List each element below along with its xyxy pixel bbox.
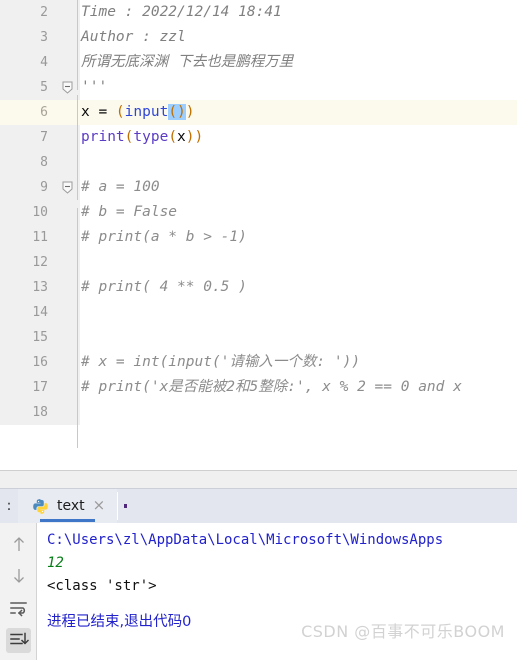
fold-guide-comments [77,208,78,448]
code-editor[interactable]: 2 Time : 2022/12/14 18:41 3 Author : zzl 4 所谓… [0,0,517,470]
line-number[interactable]: 12 [0,250,57,275]
line-number[interactable]: 9 [0,175,57,200]
line-number[interactable]: 14 [0,300,57,325]
close-icon[interactable]: × [93,498,106,514]
line-number[interactable]: 3 [0,25,57,50]
python-icon [32,498,49,515]
code-text[interactable]: Time : 2022/12/14 18:41 [80,0,517,25]
ide-window: 2 Time : 2022/12/14 18:41 3 Author : zzl 4 所谓… [0,0,517,660]
console-line-num: 12 [47,555,64,571]
code-text[interactable] [80,150,517,175]
line-number[interactable]: 16 [0,350,57,375]
code-text[interactable] [80,300,517,325]
fold-collapse-icon[interactable] [61,181,74,194]
tabbar-empty-area [118,489,517,523]
caret-mark-icon [124,504,128,508]
line-number[interactable]: 5 [0,75,57,100]
line-number[interactable]: 18 [0,400,57,425]
code-text[interactable]: # print('x是否能被2和5整除:', x % 2 == 0 and x [80,375,517,400]
code-text[interactable]: # a = 100 [80,175,517,200]
scroll-to-end-icon[interactable] [0,624,37,656]
run-tab-text[interactable]: text × [18,489,118,523]
toolwindow-corner-label: : [6,498,12,514]
code-text[interactable] [80,400,517,425]
watermark-text: CSDN @百事不可乐BOOM [301,622,505,641]
line-number[interactable]: 7 [0,125,57,150]
line-number[interactable]: 6 [0,100,57,125]
line-number[interactable]: 2 [0,0,57,25]
editor-console-splitter[interactable] [0,470,517,488]
line-number[interactable]: 11 [0,225,57,250]
line-number[interactable]: 17 [0,375,57,400]
fold-collapse-icon[interactable] [61,81,74,94]
console-line-path: C:\Users\zl\AppData\Local\Microsoft\Wind… [47,532,444,548]
run-tab-label: text [57,498,85,514]
code-text[interactable]: # print(a * b > -1) [80,225,517,250]
console-toolbar[interactable] [0,523,37,660]
line-number[interactable]: 15 [0,325,57,350]
code-text[interactable]: # b = False [80,200,517,225]
code-text[interactable]: # print( 4 ** 0.5 ) [80,275,517,300]
code-text[interactable] [80,250,517,275]
code-text[interactable]: 所谓无底深渊 下去也是鹏程万里 [80,50,517,75]
code-text[interactable]: # x = int(input('请输入一个数: ')) [80,350,517,375]
code-text[interactable]: Author : zzl [80,25,517,50]
fold-guide-code [77,95,78,200]
code-text[interactable] [80,325,517,350]
console-line-out: <class 'str'> [47,578,157,594]
fold-guide-docstring [77,0,78,90]
code-text[interactable]: x = (input()) [80,100,517,125]
code-text[interactable]: ''' [80,75,517,113]
line-number[interactable]: 4 [0,50,57,75]
line-number[interactable]: 8 [0,150,57,175]
line-number[interactable]: 10 [0,200,57,225]
run-toolwindow-tabbar[interactable]: : text × [0,488,517,523]
code-text[interactable]: print(type(x)) [80,125,517,150]
line-number[interactable]: 13 [0,275,57,300]
down-arrow-icon[interactable] [0,560,37,592]
up-arrow-icon[interactable] [0,528,37,560]
soft-wrap-icon[interactable] [0,592,37,624]
